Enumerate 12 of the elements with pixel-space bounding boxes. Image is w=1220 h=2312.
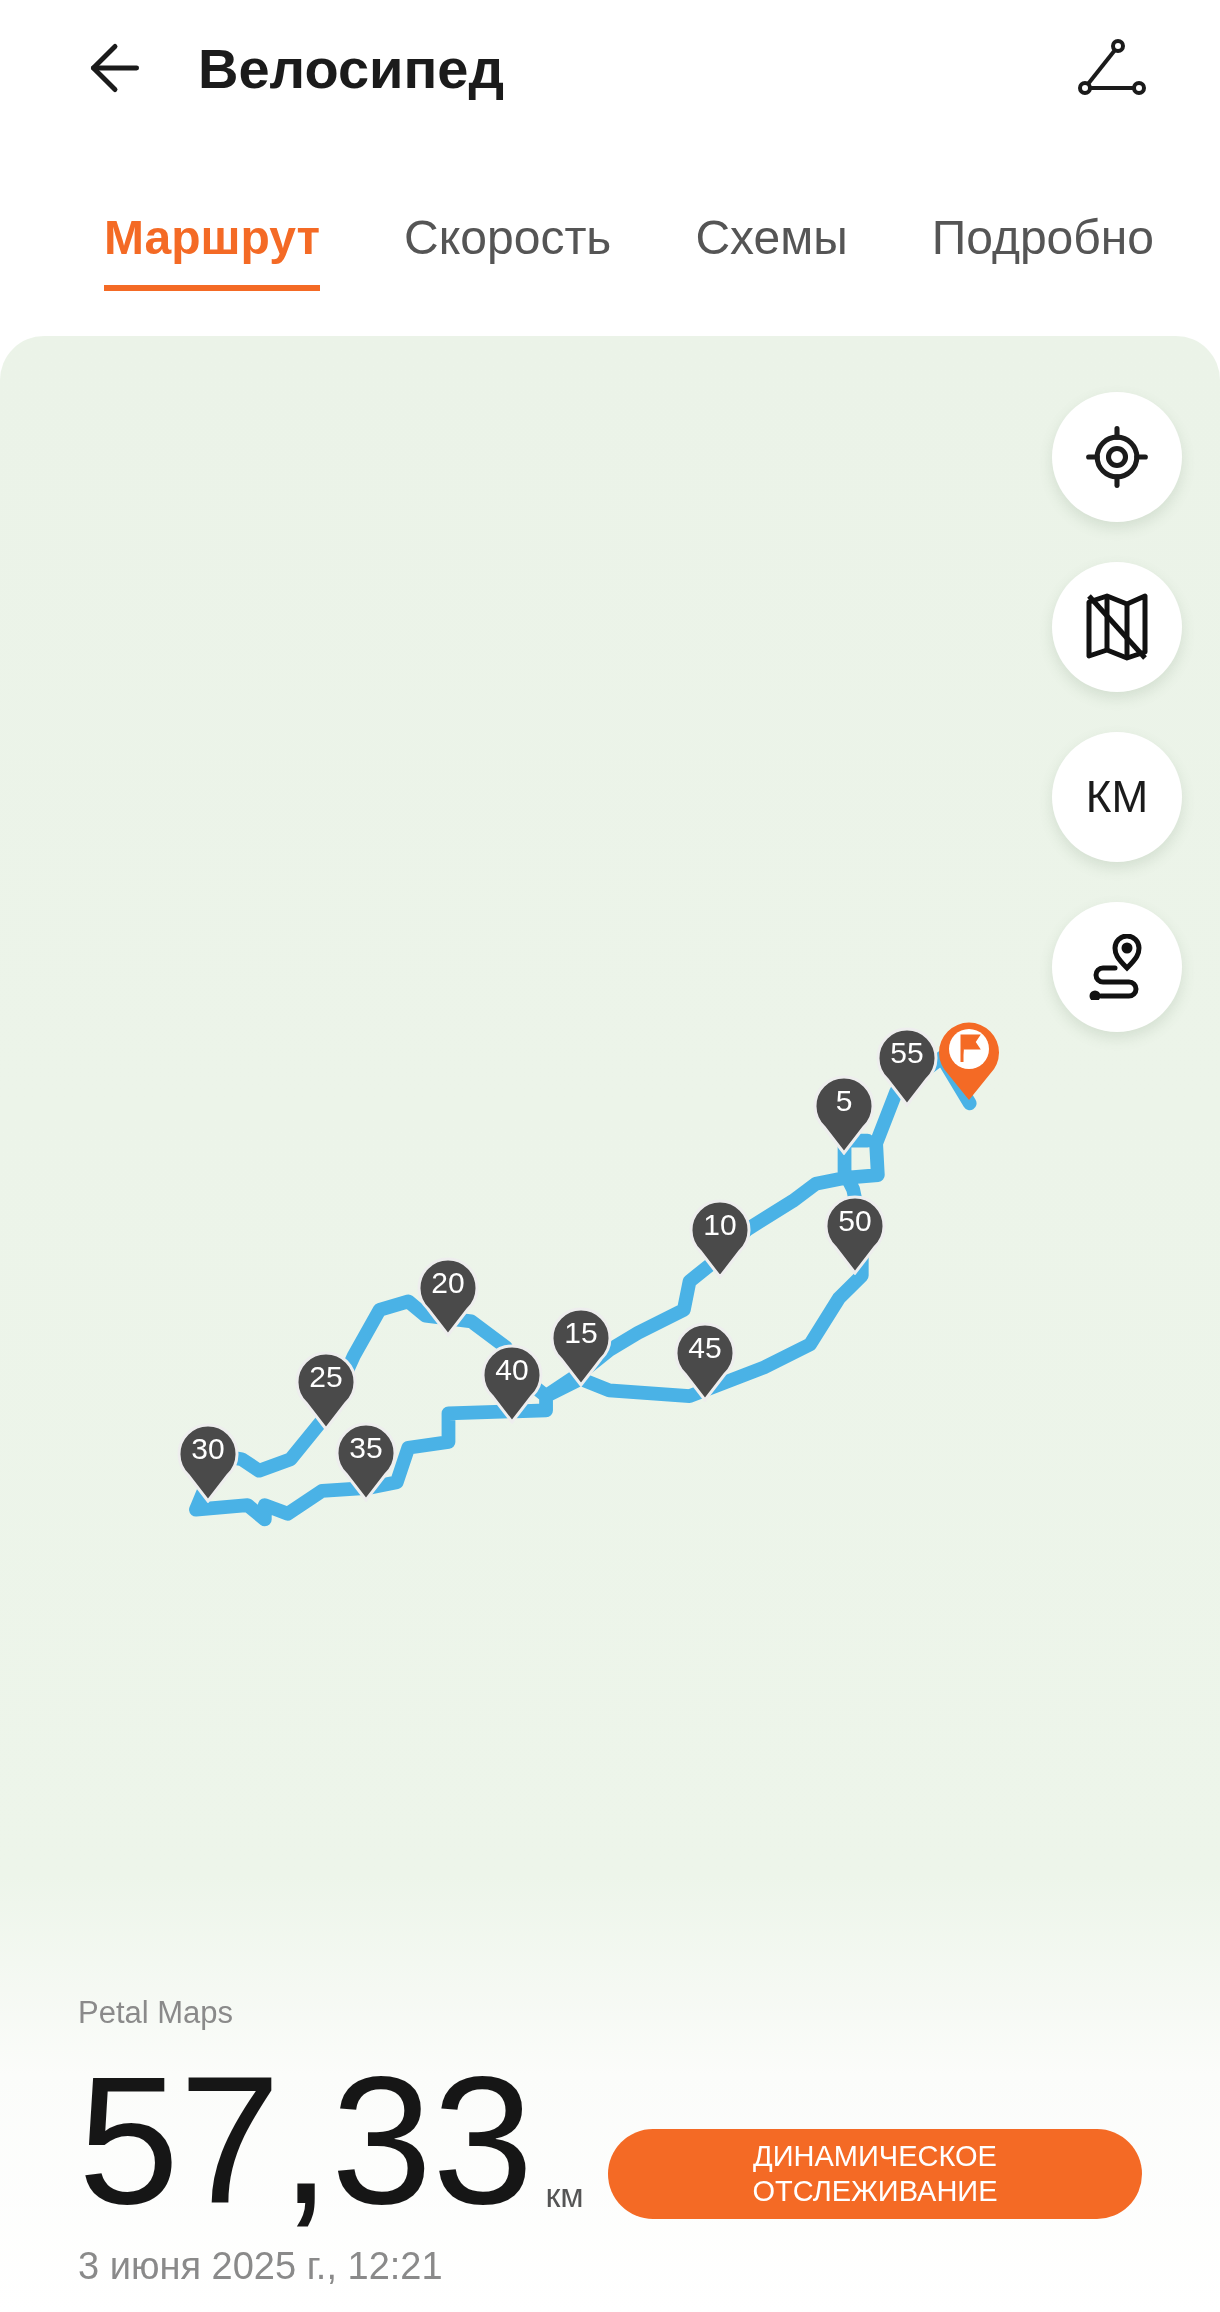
locate-icon: [1083, 423, 1151, 491]
page-title: Велосипед: [198, 35, 505, 101]
map-source-label: Petal Maps: [78, 1995, 235, 2032]
workout-date: 3 июня 2025 г., 12:21: [78, 2245, 444, 2288]
distance-unit: км: [545, 2176, 584, 2215]
tab[interactable]: Схемы: [695, 191, 848, 291]
units-button[interactable]: КМ: [1052, 732, 1182, 862]
route-icon: [1076, 38, 1148, 98]
tab[interactable]: Скорость: [404, 191, 612, 291]
route-button[interactable]: [1076, 38, 1148, 98]
tab[interactable]: Подробно: [931, 191, 1154, 291]
map-off-icon: [1085, 592, 1149, 662]
